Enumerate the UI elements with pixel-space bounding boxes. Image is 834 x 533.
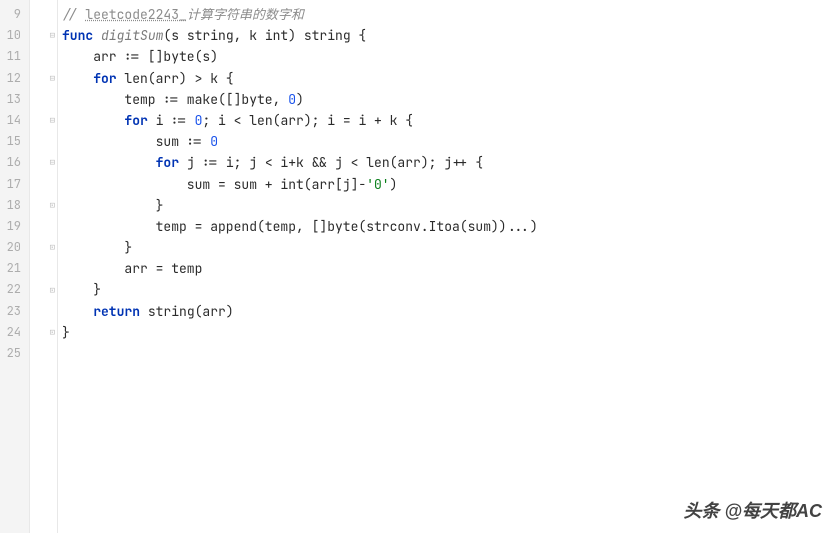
- line-number: 17: [4, 174, 21, 195]
- watermark-text: 头条 @每天都AC: [683, 497, 822, 523]
- line-number: 16: [4, 152, 21, 173]
- code-line[interactable]: sum := 0: [62, 131, 834, 152]
- line-number: 24: [4, 322, 21, 343]
- fold-icon[interactable]: ⊟: [50, 110, 55, 131]
- token-ident: arr := []byte(s): [62, 48, 218, 65]
- code-editor[interactable]: 910111213141516171819202122232425 ⊟ ⊟ ⊟ ⊟ ⊡ ⊡…: [0, 0, 834, 533]
- fold-icon[interactable]: ⊡: [50, 195, 55, 216]
- code-line[interactable]: for len(arr) > k {: [62, 68, 834, 89]
- token-ident: temp := make([]byte,: [62, 91, 288, 108]
- token-kw: for: [156, 154, 179, 171]
- token-str: '0': [366, 176, 389, 193]
- token-comment: 计算字符串的数字和: [187, 6, 304, 23]
- token-ident: i :=: [148, 112, 195, 129]
- line-number: 11: [4, 46, 21, 67]
- line-number: 9: [4, 4, 21, 25]
- token-num: 0: [210, 133, 218, 150]
- token-ident: sum :=: [62, 133, 210, 150]
- token-ident: (s string, k int) string {: [163, 27, 366, 44]
- token-ident: j := i; j < i+k && j < len(arr); j++ {: [179, 154, 483, 171]
- token-ident: [62, 70, 93, 87]
- token-ident: }: [62, 239, 132, 256]
- code-line[interactable]: temp = append(temp, []byte(strconv.Itoa(…: [62, 216, 834, 237]
- fold-icon[interactable]: ⊟: [50, 68, 55, 89]
- code-line[interactable]: return string(arr): [62, 301, 834, 322]
- line-number: 12: [4, 68, 21, 89]
- token-ident: [62, 112, 124, 129]
- code-line[interactable]: temp := make([]byte, 0): [62, 89, 834, 110]
- token-ident: temp = append(temp, []byte(strconv.Itoa(…: [62, 218, 538, 235]
- token-num: 0: [288, 91, 296, 108]
- token-fn: digitSum: [101, 27, 163, 44]
- fold-column: ⊟ ⊟ ⊟ ⊟ ⊡ ⊡ ⊡ ⊡: [30, 0, 58, 533]
- code-area[interactable]: // leetcode2243_计算字符串的数字和func digitSum(s…: [58, 0, 834, 533]
- token-ident: len(arr) > k {: [117, 70, 234, 87]
- token-ident: [62, 303, 93, 320]
- line-number: 15: [4, 131, 21, 152]
- code-line[interactable]: }: [62, 279, 834, 300]
- line-number: 14: [4, 110, 21, 131]
- code-line[interactable]: for j := i; j < i+k && j < len(arr); j++…: [62, 152, 834, 173]
- token-ident: }: [62, 197, 163, 214]
- code-line[interactable]: }: [62, 195, 834, 216]
- line-number: 25: [4, 343, 21, 364]
- line-number: 10: [4, 25, 21, 46]
- fold-icon[interactable]: ⊟: [50, 152, 55, 173]
- token-kw: for: [124, 112, 147, 129]
- fold-icon[interactable]: ⊡: [50, 280, 55, 301]
- token-ident: }: [62, 324, 70, 341]
- token-ident: arr = temp: [62, 260, 202, 277]
- token-comment-link: leetcode2243_: [85, 6, 186, 23]
- line-number: 22: [4, 279, 21, 300]
- token-ident: ; i < len(arr); i = i + k {: [202, 112, 413, 129]
- code-line[interactable]: }: [62, 322, 834, 343]
- line-number: 23: [4, 301, 21, 322]
- token-ident: [93, 27, 101, 44]
- token-ident: string(arr): [140, 303, 234, 320]
- code-line[interactable]: // leetcode2243_计算字符串的数字和: [62, 4, 834, 25]
- code-line[interactable]: [62, 343, 834, 364]
- fold-icon[interactable]: ⊟: [50, 25, 55, 46]
- fold-icon[interactable]: ⊡: [50, 237, 55, 258]
- token-ident: [62, 154, 156, 171]
- fold-icon[interactable]: ⊡: [50, 322, 55, 343]
- code-line[interactable]: func digitSum(s string, k int) string {: [62, 25, 834, 46]
- token-ident: ): [390, 176, 398, 193]
- token-kw: func: [62, 27, 93, 44]
- token-ident: ): [296, 91, 304, 108]
- token-kw: for: [93, 70, 116, 87]
- token-kw: return: [93, 303, 140, 320]
- line-number: 19: [4, 216, 21, 237]
- line-number: 13: [4, 89, 21, 110]
- line-number: 18: [4, 195, 21, 216]
- token-ident: sum = sum + int(arr[j]-: [62, 176, 366, 193]
- line-number: 20: [4, 237, 21, 258]
- code-line[interactable]: sum = sum + int(arr[j]-'0'): [62, 174, 834, 195]
- line-number: 21: [4, 258, 21, 279]
- code-line[interactable]: arr := []byte(s): [62, 46, 834, 67]
- token-ident: }: [62, 281, 101, 298]
- code-line[interactable]: }: [62, 237, 834, 258]
- token-comment: //: [62, 6, 85, 23]
- line-number-gutter: 910111213141516171819202122232425: [0, 0, 30, 533]
- code-line[interactable]: for i := 0; i < len(arr); i = i + k {: [62, 110, 834, 131]
- code-line[interactable]: arr = temp: [62, 258, 834, 279]
